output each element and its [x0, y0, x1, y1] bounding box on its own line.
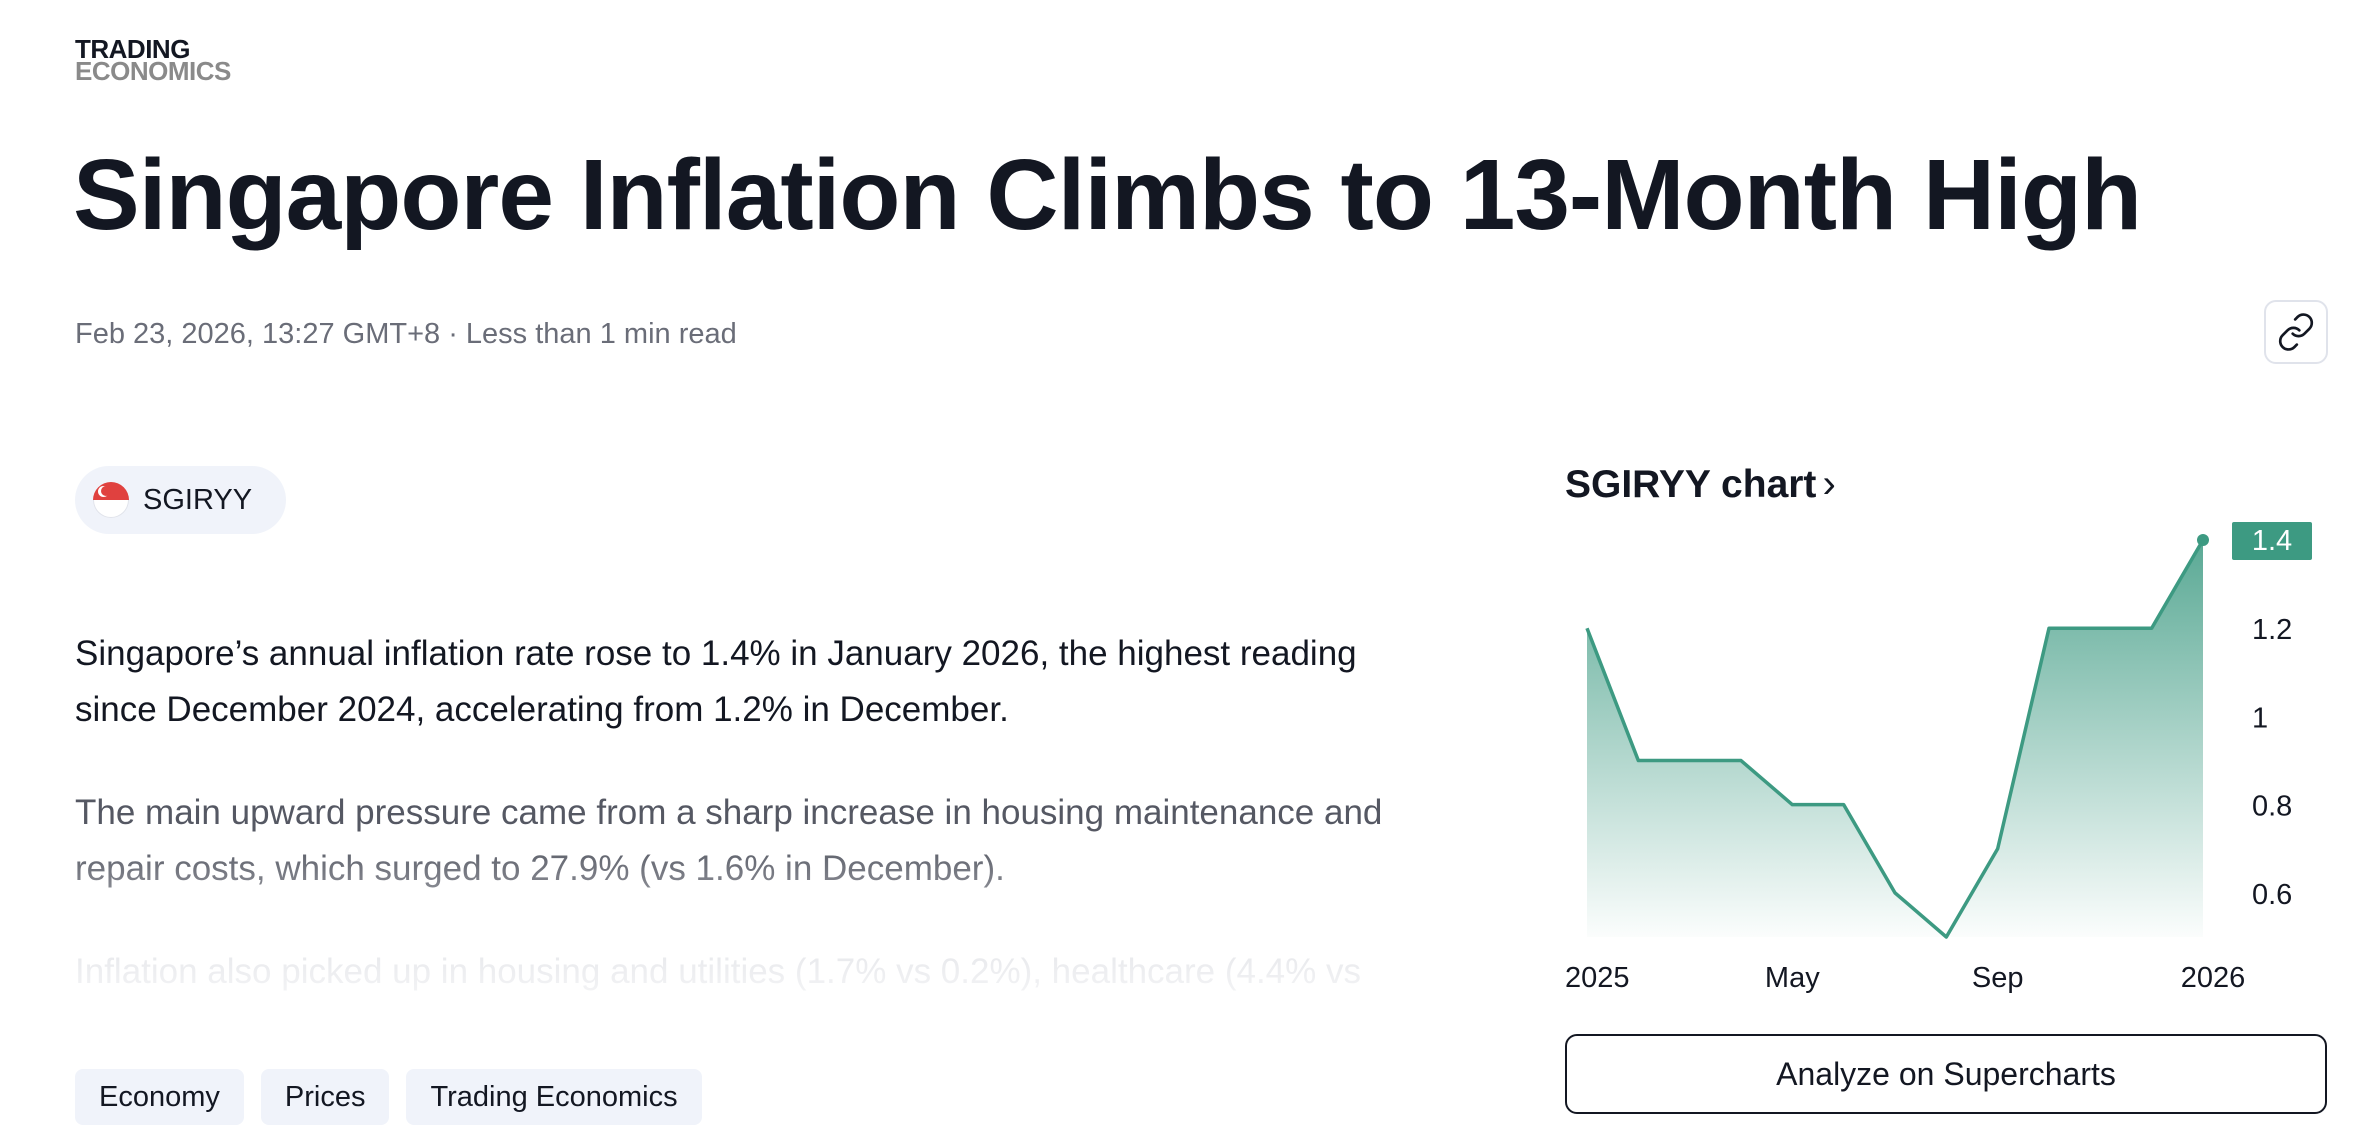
x-tick-label: 2026	[2181, 962, 2246, 994]
symbol-pill[interactable]: SGIRYY	[75, 466, 287, 534]
chart-point	[1842, 803, 1846, 807]
chart-point	[2150, 626, 2154, 630]
chart-point	[1944, 935, 1948, 939]
chart-point	[1893, 891, 1897, 895]
chart-point	[1739, 759, 1743, 763]
singapore-flag-icon	[93, 482, 129, 518]
chart-title-link[interactable]: SGIRYY chart ›	[1565, 462, 1836, 507]
article-body: Singapore’s annual inflation rate rose t…	[75, 626, 1435, 1000]
article-meta: Feb 23, 2026, 13:27 GMT+8 · Less than 1 …	[75, 318, 737, 350]
y-tick-label: 1	[2252, 702, 2268, 734]
y-tick-label: 0.6	[2252, 879, 2292, 911]
chart-point	[1996, 847, 2000, 851]
y-tick-label: 1.2	[2252, 614, 2292, 646]
tag-prices[interactable]: Prices	[260, 1069, 390, 1125]
trading-economics-logo[interactable]: TRADING ECONOMICS	[75, 36, 231, 86]
sgiryy-area-chart[interactable]: 0.6 0.8 1 1.2 1.4 2025 May Sep 2026	[1540, 515, 2330, 1005]
tag-economy[interactable]: Economy	[75, 1069, 244, 1125]
page-title: Singapore Inflation Climbs to 13-Month H…	[73, 139, 2142, 251]
article-paragraph-3-wrap: Inflation also picked up in housing and …	[75, 944, 1435, 1000]
y-tick-label: 0.8	[2252, 791, 2292, 823]
link-icon	[2278, 313, 2314, 351]
last-value-label: 1.4	[2252, 525, 2292, 557]
chart-point	[1585, 626, 1589, 630]
logo-line-2: ECONOMICS	[75, 56, 231, 86]
article-paragraph-2: The main upward pressure came from a sha…	[75, 793, 1383, 888]
chart-last-point	[2197, 534, 2209, 546]
chart-point	[1636, 759, 1640, 763]
x-tick-label: Sep	[1972, 962, 2024, 994]
chart-area-fill	[1587, 540, 2203, 937]
analyze-on-supercharts-button[interactable]: Analyze on Supercharts	[1565, 1034, 2327, 1114]
chart-title: SGIRYY chart	[1565, 462, 1817, 506]
copy-link-button[interactable]	[2264, 300, 2328, 364]
tag-list: Economy Prices Trading Economics	[75, 1069, 702, 1125]
chart-point	[2098, 626, 2102, 630]
symbol-ticker: SGIRYY	[143, 483, 253, 516]
tag-trading-economics[interactable]: Trading Economics	[406, 1069, 702, 1125]
article-paragraph-1: Singapore’s annual inflation rate rose t…	[75, 634, 1357, 729]
x-tick-label: 2025	[1565, 962, 1630, 994]
chart-point	[1790, 803, 1794, 807]
chart-point	[1688, 759, 1692, 763]
chevron-right-icon: ›	[1822, 462, 1836, 506]
x-tick-label: May	[1765, 962, 1820, 994]
article-paragraph-3: Inflation also picked up in housing and …	[75, 952, 1361, 991]
chart-point	[2047, 626, 2051, 630]
